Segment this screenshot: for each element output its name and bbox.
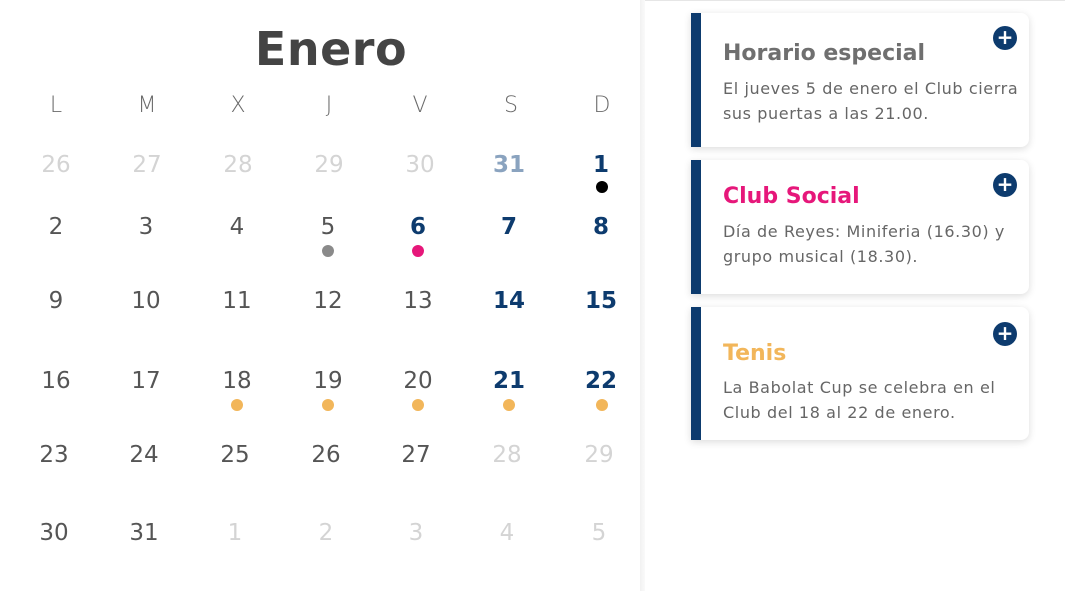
event-text: El jueves 5 de enero el Club cierra sus … (723, 79, 1019, 123)
calendar-day[interactable]: 10 (116, 288, 176, 314)
weekday-header: L (49, 93, 63, 118)
month-title: Enero (254, 22, 408, 76)
event-dot-tenis (503, 399, 515, 411)
calendar-day[interactable]: 5 (298, 214, 358, 240)
calendar-day[interactable]: 24 (114, 442, 174, 468)
calendar-day[interactable]: 22 (571, 368, 631, 394)
panel-divider (640, 0, 645, 591)
event-card-accent (691, 307, 701, 440)
event-dot-tenis (231, 399, 243, 411)
calendar-day[interactable]: 28 (208, 152, 268, 178)
calendar-day[interactable]: 19 (298, 368, 358, 394)
event-text: Día de Reyes: Miniferia (16.30) y grupo … (723, 222, 1005, 266)
calendar-day[interactable]: 2 (296, 520, 356, 546)
event-text: La Babolat Cup se celebra en el Club del… (723, 378, 996, 422)
calendar-day[interactable]: 15 (571, 288, 631, 314)
weekday-header: V (412, 93, 428, 118)
weekday-header: X (230, 93, 246, 118)
calendar-day[interactable]: 1 (205, 520, 265, 546)
calendar-day[interactable]: 4 (477, 520, 537, 546)
event-dot-tenis (322, 399, 334, 411)
event-card-accent (691, 160, 701, 294)
calendar-day[interactable]: 9 (26, 288, 86, 314)
calendar-day[interactable]: 12 (298, 288, 358, 314)
calendar-day[interactable]: 23 (24, 442, 84, 468)
calendar-day[interactable]: 1 (571, 152, 631, 178)
event-title: Horario especial (723, 41, 926, 66)
calendar-day[interactable]: 27 (117, 152, 177, 178)
calendar-day[interactable]: 2 (26, 214, 86, 240)
calendar-day[interactable]: 3 (116, 214, 176, 240)
event-dot-horario (322, 245, 334, 257)
plus-circle-icon[interactable]: + (993, 26, 1017, 50)
weekday-header: S (504, 93, 518, 118)
event-title: Tenis (723, 341, 787, 366)
weekday-header: D (593, 93, 611, 118)
calendar-day[interactable]: 17 (116, 368, 176, 394)
event-dot-tenis (412, 399, 424, 411)
calendar-day[interactable]: 8 (571, 214, 631, 240)
calendar-day[interactable]: 30 (24, 520, 84, 546)
calendar-day[interactable]: 16 (26, 368, 86, 394)
event-dot-tenis (596, 399, 608, 411)
top-border-right (645, 0, 1065, 1)
weekday-header: M (137, 93, 157, 118)
calendar-day[interactable]: 14 (479, 288, 539, 314)
event-card-accent (691, 13, 701, 147)
calendar-day[interactable]: 31 (479, 152, 539, 178)
calendar-day[interactable]: 6 (388, 214, 448, 240)
calendar-day[interactable]: 30 (390, 152, 450, 178)
event-dot-club-social (412, 245, 424, 257)
calendar-day[interactable]: 3 (386, 520, 446, 546)
calendar-day[interactable]: 26 (26, 152, 86, 178)
calendar-panel: Enero L M X J V S D 26 27 28 29 30 31 1 … (0, 0, 640, 591)
calendar-day[interactable]: 11 (207, 288, 267, 314)
calendar-day[interactable]: 4 (207, 214, 267, 240)
calendar-day[interactable]: 25 (205, 442, 265, 468)
calendar-day[interactable]: 29 (569, 442, 629, 468)
calendar-day[interactable]: 28 (477, 442, 537, 468)
event-card-tenis[interactable]: Tenis La Babolat Cup se celebra en el Cl… (691, 307, 1029, 440)
plus-circle-icon[interactable]: + (993, 173, 1017, 197)
calendar-day[interactable]: 27 (386, 442, 446, 468)
event-card-horario-especial[interactable]: Horario especial El jueves 5 de enero el… (691, 13, 1029, 147)
event-title: Club Social (723, 184, 860, 209)
event-card-club-social[interactable]: Club Social Día de Reyes: Miniferia (16.… (691, 160, 1029, 294)
calendar-day[interactable]: 29 (299, 152, 359, 178)
calendar-day[interactable]: 31 (114, 520, 174, 546)
plus-circle-icon[interactable]: + (993, 322, 1017, 346)
calendar-day[interactable]: 7 (479, 214, 539, 240)
calendar-day[interactable]: 5 (569, 520, 629, 546)
calendar-day[interactable]: 26 (296, 442, 356, 468)
weekday-header: J (325, 93, 333, 118)
calendar-day[interactable]: 20 (388, 368, 448, 394)
event-dot-special (596, 181, 608, 193)
calendar-day[interactable]: 18 (207, 368, 267, 394)
calendar-day[interactable]: 13 (388, 288, 448, 314)
calendar-day[interactable]: 21 (479, 368, 539, 394)
